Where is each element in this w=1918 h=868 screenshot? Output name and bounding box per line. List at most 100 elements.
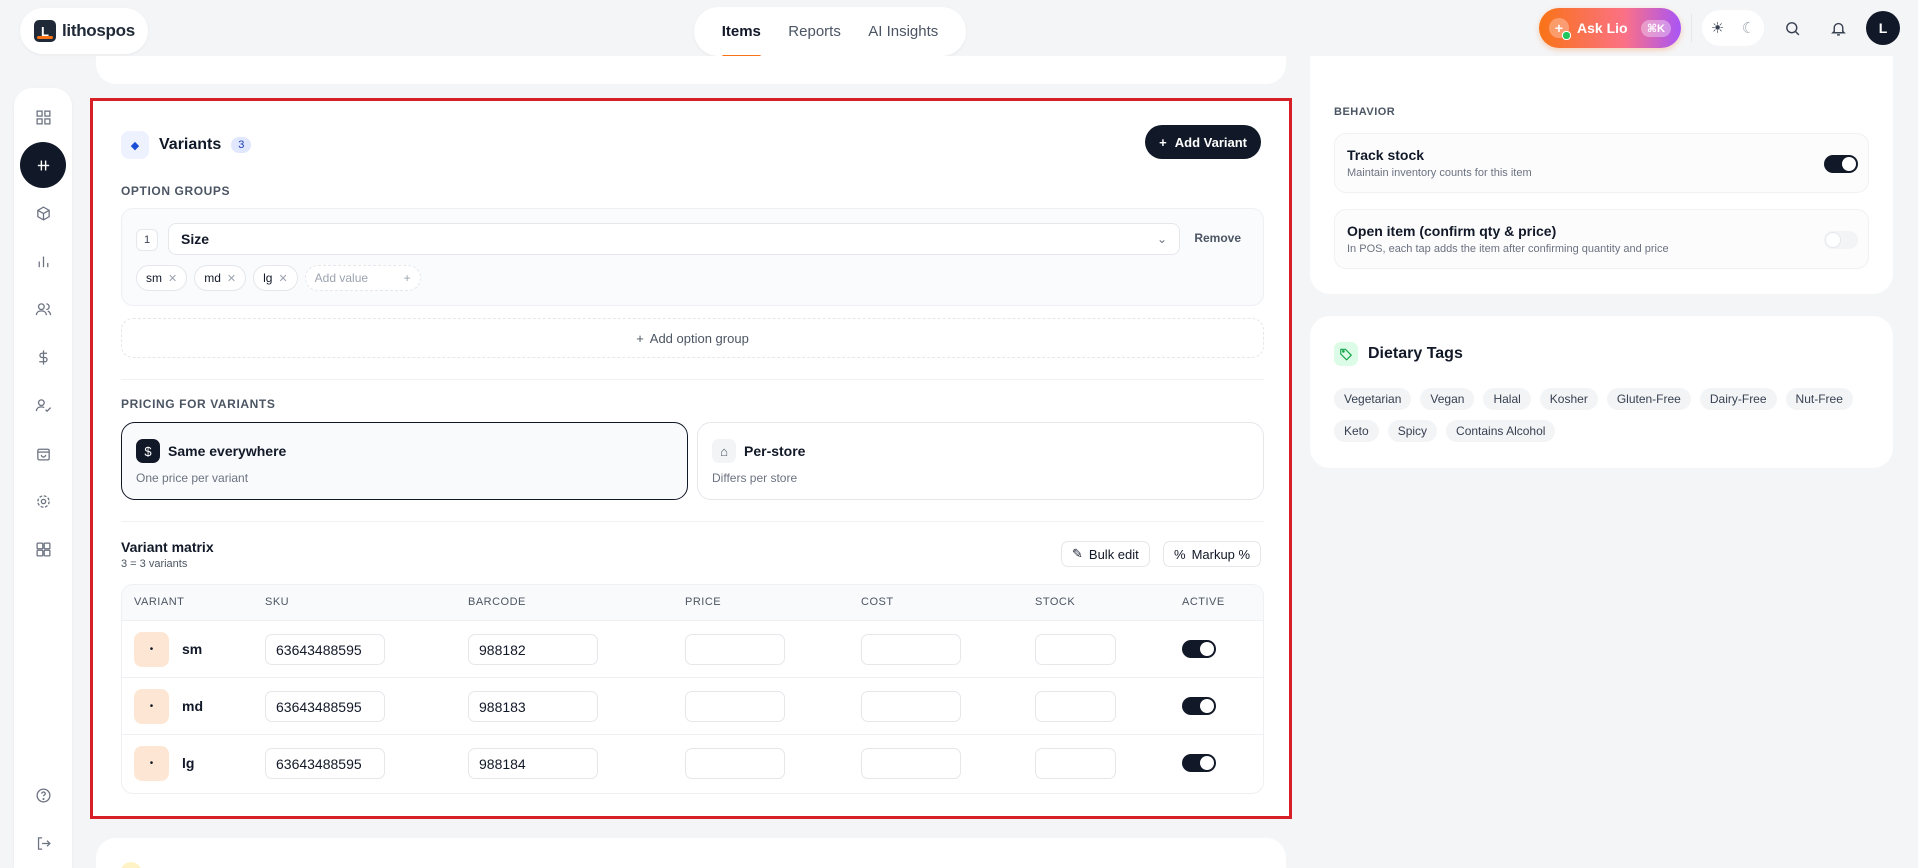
pricing-option-per-store[interactable]: ⌂ Per-store Differs per store <box>697 422 1264 500</box>
divider <box>121 379 1264 380</box>
col-stock: STOCK <box>1035 596 1076 608</box>
search-icon[interactable] <box>1774 10 1810 46</box>
markup-button[interactable]: % Markup % <box>1163 541 1262 567</box>
option-group-name: Size <box>181 231 210 247</box>
option-value-chip: md ✕ <box>194 265 247 291</box>
pricing-option-same-everywhere[interactable]: $ Same everywhere One price per variant <box>121 422 688 500</box>
add-option-group-label: Add option group <box>649 330 749 346</box>
sku-input[interactable]: 63643488595 <box>265 691 385 722</box>
bulk-edit-button[interactable]: ✎ Bulk edit <box>1061 541 1150 567</box>
cost-input[interactable] <box>861 748 961 779</box>
shopping-bag-icon[interactable] <box>23 433 63 473</box>
tab-items[interactable]: Items <box>721 7 762 58</box>
dietary-tag[interactable]: Kosher <box>1539 388 1598 410</box>
col-sku: SKU <box>265 596 290 608</box>
menu-items-icon[interactable] <box>20 142 66 188</box>
ask-lio-label: Ask Lio <box>1577 20 1628 36</box>
dietary-tag[interactable]: Nut-Free <box>1785 388 1853 410</box>
cost-input[interactable] <box>861 691 961 722</box>
stock-input[interactable] <box>1035 691 1116 722</box>
dietary-tag[interactable]: Spicy <box>1387 420 1438 442</box>
ask-lio-button[interactable]: + Ask Lio ⌘K <box>1539 8 1681 48</box>
dietary-tag[interactable]: Vegetarian <box>1334 388 1412 410</box>
close-icon[interactable]: ✕ <box>278 272 287 285</box>
price-input[interactable] <box>685 748 785 779</box>
col-variant: VARIANT <box>134 596 185 608</box>
dietary-tag[interactable]: Contains Alcohol <box>1446 420 1556 442</box>
barcode-input[interactable]: 988184 <box>468 748 598 779</box>
apps-icon[interactable] <box>23 529 63 569</box>
col-cost: COST <box>861 596 894 608</box>
dashboard-icon[interactable] <box>23 97 63 137</box>
logo[interactable]: L lithospos <box>20 8 148 54</box>
pricing-option-sub: Differs per store <box>712 471 798 485</box>
shortcut-badge: ⌘K <box>1640 19 1671 37</box>
variant-matrix-title: Variant matrix <box>121 539 214 555</box>
sun-icon[interactable]: ☀ <box>1711 19 1724 37</box>
stock-input[interactable] <box>1035 748 1116 779</box>
track-stock-toggle[interactable] <box>1824 155 1858 173</box>
dietary-title: Dietary Tags <box>1368 345 1463 362</box>
add-variant-button[interactable]: + Add Variant <box>1145 125 1261 159</box>
dollar-icon[interactable] <box>23 337 63 377</box>
top-nav: Items Reports AI Insights <box>694 7 966 58</box>
variant-swatch: • <box>134 746 169 781</box>
price-input[interactable] <box>685 691 785 722</box>
active-toggle[interactable] <box>1182 697 1216 715</box>
percent-icon: % <box>1174 546 1186 562</box>
variant-table: VARIANT SKU BARCODE PRICE COST STOCK ACT… <box>121 584 1264 794</box>
remove-option-group-button[interactable]: Remove <box>1194 231 1241 245</box>
logo-text: lithospos <box>62 21 135 40</box>
gear-icon[interactable] <box>23 481 63 521</box>
option-value-chip: lg ✕ <box>253 265 298 291</box>
diamond-icon: ◆ <box>121 131 149 159</box>
option-groups-label: OPTION GROUPS <box>121 184 231 198</box>
close-icon[interactable]: ✕ <box>168 272 177 285</box>
add-variant-label: Add Variant <box>1174 134 1247 150</box>
tag-icon <box>1334 342 1358 366</box>
box-icon[interactable] <box>23 193 63 233</box>
bar-chart-icon[interactable] <box>23 241 63 281</box>
open-item-toggle[interactable] <box>1824 231 1858 249</box>
dietary-tag[interactable]: Gluten-Free <box>1606 388 1691 410</box>
sku-input[interactable]: 63643488595 <box>265 748 385 779</box>
barcode-input[interactable]: 988182 <box>468 634 598 665</box>
pricing-option-title: Same everywhere <box>168 443 287 459</box>
stock-input[interactable] <box>1035 634 1116 665</box>
plus-icon: + <box>1159 134 1167 150</box>
moon-icon[interactable]: ☾ <box>1742 19 1755 37</box>
bell-icon[interactable] <box>1820 10 1856 46</box>
option-group: 1 Size ⌄ Remove sm ✕ md ✕ lg ✕ Add value + <box>121 208 1264 306</box>
dietary-tag[interactable]: Halal <box>1483 388 1531 410</box>
logo-mark-icon: L <box>34 20 56 42</box>
cost-input[interactable] <box>861 634 961 665</box>
tab-reports[interactable]: Reports <box>788 7 841 56</box>
barcode-input[interactable]: 988183 <box>468 691 598 722</box>
help-icon[interactable] <box>23 775 63 815</box>
users-icon[interactable] <box>23 289 63 329</box>
add-option-group-button[interactable]: + Add option group <box>121 318 1264 358</box>
avatar[interactable]: L <box>1866 11 1900 45</box>
price-input[interactable] <box>685 634 785 665</box>
dietary-header: Dietary Tags <box>1334 342 1463 366</box>
dietary-tag[interactable]: Dairy-Free <box>1699 388 1777 410</box>
option-value-label: lg <box>263 271 273 285</box>
bulk-edit-label: Bulk edit <box>1088 546 1139 562</box>
add-value-input[interactable]: Add value + <box>304 265 421 291</box>
active-toggle[interactable] <box>1182 640 1216 658</box>
behavior-card: BEHAVIOR Track stock Maintain inventory … <box>1310 56 1893 294</box>
logout-icon[interactable] <box>23 823 63 863</box>
table-row: • sm 63643488595 988182 <box>122 621 1263 678</box>
option-group-select[interactable]: Size ⌄ <box>168 223 1180 255</box>
active-toggle[interactable] <box>1182 754 1216 772</box>
user-check-icon[interactable] <box>23 385 63 425</box>
option-value-label: sm <box>146 271 162 285</box>
dietary-tag[interactable]: Vegan <box>1420 388 1475 410</box>
sku-input[interactable]: 63643488595 <box>265 634 385 665</box>
tab-ai-insights[interactable]: AI Insights <box>868 7 938 56</box>
close-icon[interactable]: ✕ <box>227 272 236 285</box>
plus-icon: + <box>1549 18 1571 40</box>
variants-title: Variants <box>159 136 222 153</box>
dietary-tag[interactable]: Keto <box>1334 420 1379 442</box>
variant-swatch: • <box>134 632 169 667</box>
